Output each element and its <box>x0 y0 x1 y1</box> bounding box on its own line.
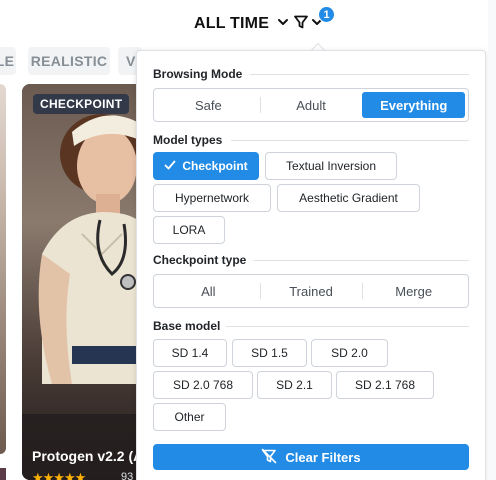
model-type-checkpoint[interactable]: Checkpoint <box>153 152 259 180</box>
browsing-mode-safe[interactable]: Safe <box>157 92 260 118</box>
check-icon <box>164 159 176 174</box>
section-divider <box>253 260 469 261</box>
browsing-mode-adult[interactable]: Adult <box>259 92 363 118</box>
category-chip[interactable]: LE <box>0 47 16 75</box>
base-model-other[interactable]: Other <box>153 403 226 431</box>
model-type-badge: CHECKPOINT <box>33 94 130 114</box>
section-divider <box>226 326 469 327</box>
checkpoint-type-trained[interactable]: Trained <box>259 278 363 304</box>
model-card[interactable] <box>22 84 142 480</box>
browsing-mode-segmented-control: Safe Adult Everything <box>153 88 469 122</box>
base-model-sd-1-5[interactable]: SD 1.5 <box>232 339 307 367</box>
clear-filters-button[interactable]: Clear Filters <box>153 444 469 470</box>
filter-count-badge: 1 <box>318 6 335 23</box>
sort-period-button[interactable]: ALL TIME <box>194 12 289 36</box>
browsing-mode-title: Browsing Mode <box>153 67 243 81</box>
checkpoint-type-merge[interactable]: Merge <box>362 278 465 304</box>
model-card-image[interactable] <box>0 84 6 454</box>
base-model-sd-2-0-768[interactable]: SD 2.0 768 <box>153 371 253 399</box>
page-scrollbar[interactable] <box>488 0 496 480</box>
model-card-title: Protogen v2.2 (A <box>32 448 144 464</box>
model-type-textual-inversion[interactable]: Textual Inversion <box>265 152 397 180</box>
model-types-title: Model types <box>153 133 223 147</box>
section-divider <box>231 140 469 141</box>
rating-count: 93 <box>121 471 134 480</box>
model-card-image <box>22 84 142 480</box>
base-model-title: Base model <box>153 319 221 333</box>
model-type-lora[interactable]: LORA <box>153 216 225 244</box>
model-type-checkpoint-label: Checkpoint <box>182 159 248 173</box>
sort-period-label: ALL TIME <box>194 15 270 32</box>
base-model-sd-2-1[interactable]: SD 2.1 <box>257 371 332 399</box>
category-chip-realistic[interactable]: REALISTIC <box>28 47 110 75</box>
rating-stars: ★★★★★ <box>32 470 86 480</box>
model-card-footer <box>0 468 6 480</box>
base-model-sd-2-1-768[interactable]: SD 2.1 768 <box>336 371 434 399</box>
chevron-down-icon <box>277 15 289 33</box>
checkpoint-type-all[interactable]: All <box>157 278 260 304</box>
base-model-sd-2-0[interactable]: SD 2.0 <box>311 339 388 367</box>
model-type-aesthetic-gradient[interactable]: Aesthetic Gradient <box>277 184 420 212</box>
clear-filters-label: Clear Filters <box>285 449 361 465</box>
filter-icon <box>293 14 309 35</box>
browsing-mode-everything[interactable]: Everything <box>362 92 466 118</box>
base-model-sd-1-4[interactable]: SD 1.4 <box>153 339 227 367</box>
checkpoint-type-segmented-control: All Trained Merge <box>153 274 469 308</box>
section-divider <box>250 74 469 75</box>
filter-off-icon <box>261 448 277 467</box>
model-type-hypernetwork[interactable]: Hypernetwork <box>153 184 271 212</box>
checkpoint-type-title: Checkpoint type <box>153 253 247 267</box>
